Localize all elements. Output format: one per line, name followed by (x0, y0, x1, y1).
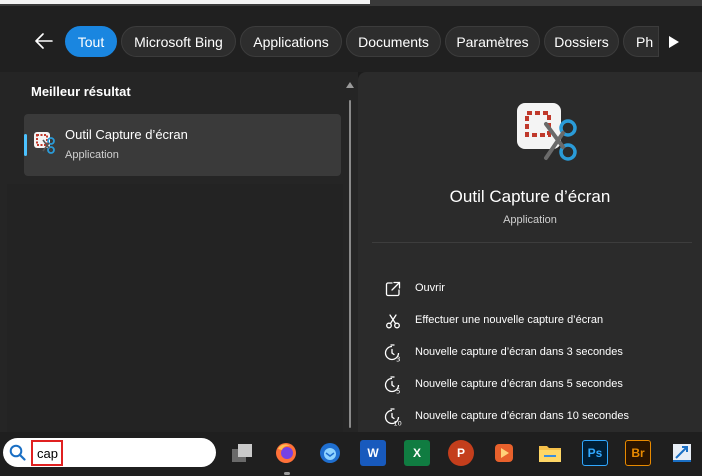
svg-text:10: 10 (394, 420, 402, 427)
best-result-item[interactable]: Outil Capture d’écran Application (24, 114, 341, 176)
details-panel: Outil Capture d’écran Application Ouvrir… (358, 72, 702, 432)
filter-dossiers[interactable]: Dossiers (544, 26, 619, 57)
filter-parametres[interactable]: Paramètres (445, 26, 540, 57)
search-icon (9, 444, 26, 461)
details-type: Application (503, 214, 557, 226)
result-type: Application (65, 149, 119, 161)
powerpoint-icon[interactable]: P (448, 440, 474, 466)
filter-tout[interactable]: Tout (65, 26, 117, 57)
capture-icon (384, 312, 402, 330)
scroll-thumb[interactable] (349, 100, 351, 428)
photoshop-icon[interactable]: Ps (582, 440, 608, 466)
action-open[interactable]: Ouvrir (384, 278, 684, 302)
window-top-strip-light (0, 0, 370, 4)
results-scrollbar[interactable] (345, 80, 355, 430)
action-capture-10s[interactable]: 10 Nouvelle capture d’écran dans 10 seco… (384, 406, 684, 430)
search-input[interactable] (37, 445, 197, 461)
app-icon[interactable] (669, 440, 695, 466)
snipping-tool-icon (33, 131, 57, 155)
excel-icon[interactable]: X (404, 440, 430, 466)
action-label: Nouvelle capture d’écran dans 3 secondes (415, 346, 623, 358)
taskbar-search-box[interactable] (3, 438, 216, 467)
section-title: Meilleur résultat (31, 84, 131, 99)
thunderbird-icon[interactable] (317, 440, 343, 466)
word-icon[interactable]: W (360, 440, 386, 466)
filter-bar: Tout Microsoft Bing Applications Documen… (0, 6, 702, 72)
action-new-capture[interactable]: Effectuer une nouvelle capture d’écran (384, 310, 684, 334)
taskbar: W X P Ps Br (0, 432, 702, 476)
action-label: Ouvrir (415, 282, 445, 294)
details-divider (372, 242, 692, 243)
svg-text:5: 5 (396, 388, 400, 395)
media-player-icon[interactable] (491, 440, 517, 466)
arrow-left-icon[interactable] (31, 28, 57, 54)
play-next-icon[interactable] (664, 32, 684, 52)
open-icon (384, 280, 402, 298)
file-explorer-icon[interactable] (537, 440, 563, 466)
selection-indicator (24, 134, 27, 156)
filter-applications[interactable]: Applications (240, 26, 342, 57)
firefox-icon[interactable] (273, 440, 299, 466)
timer-5-icon: 5 (384, 376, 402, 396)
running-indicator (284, 472, 290, 475)
filter-photos-partial[interactable]: Ph (623, 26, 659, 57)
action-capture-3s[interactable]: 3 Nouvelle capture d’écran dans 3 second… (384, 342, 684, 366)
results-panel: Meilleur résultat Outil Capture d’écran … (0, 72, 358, 432)
task-view-icon[interactable] (229, 440, 255, 466)
result-name: Outil Capture d’écran (65, 127, 188, 142)
bridge-icon[interactable]: Br (625, 440, 651, 466)
action-label: Effectuer une nouvelle capture d’écran (415, 314, 604, 326)
details-title: Outil Capture d’écran (449, 187, 611, 206)
timer-3-icon: 3 (384, 344, 402, 364)
svg-text:3: 3 (396, 356, 400, 363)
action-capture-5s[interactable]: 5 Nouvelle capture d’écran dans 5 second… (384, 374, 684, 398)
filter-documents[interactable]: Documents (346, 26, 441, 57)
action-label: Nouvelle capture d’écran dans 5 secondes (415, 378, 623, 390)
snipping-tool-large-icon (516, 102, 582, 164)
timer-10-icon: 10 (384, 408, 402, 428)
action-label: Nouvelle capture d’écran dans 10 seconde… (415, 410, 630, 422)
results-lower-area (7, 184, 343, 432)
filter-microsoft-bing[interactable]: Microsoft Bing (121, 26, 236, 57)
scroll-up-icon[interactable] (346, 82, 354, 88)
